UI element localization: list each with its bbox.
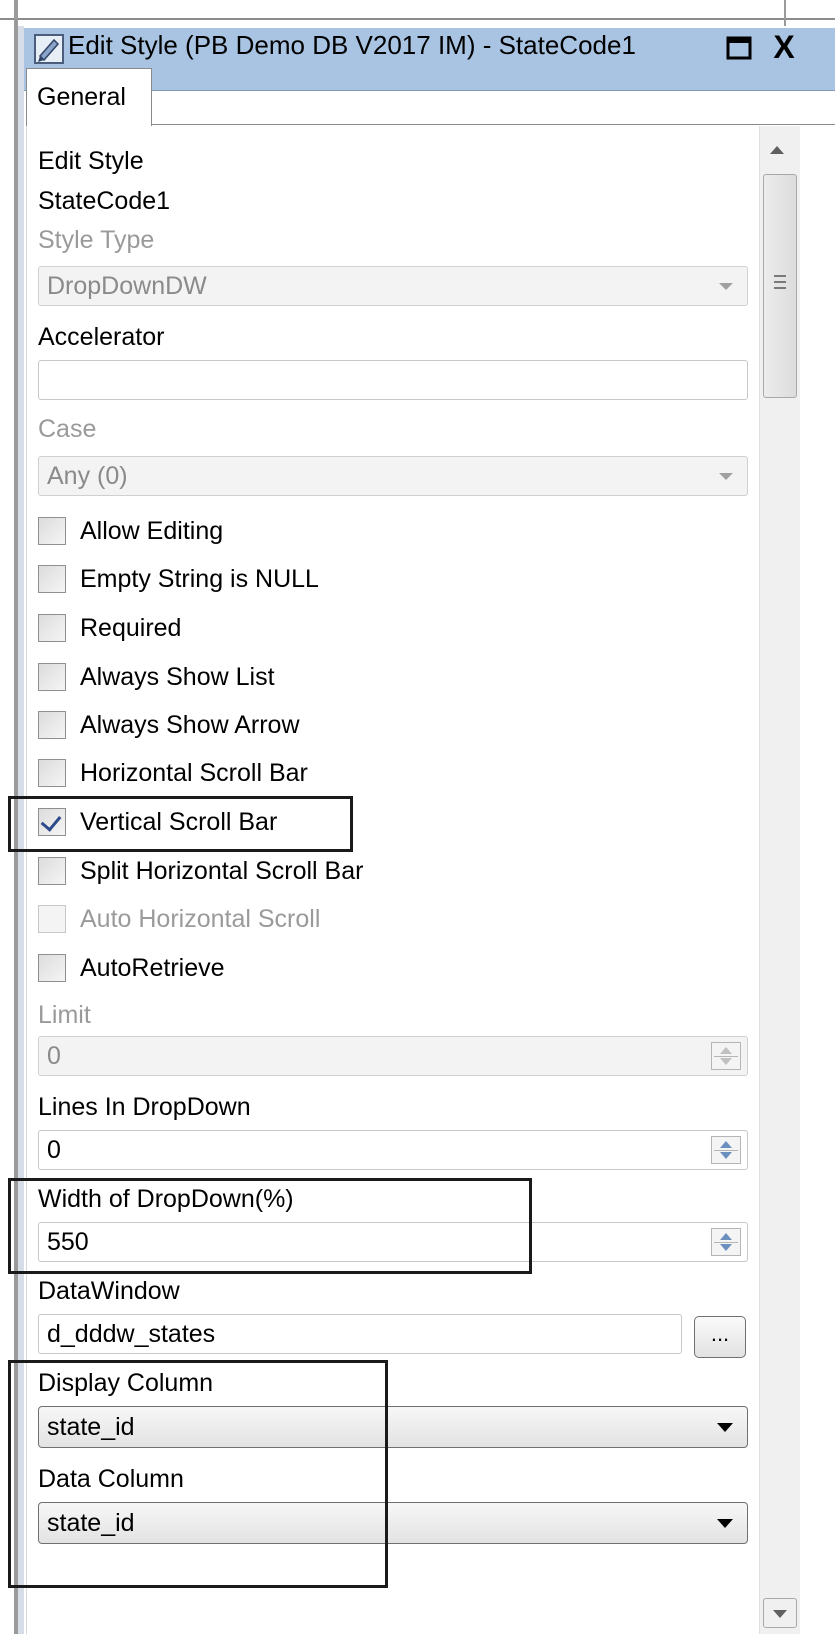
lines-in-dropdown-label: Lines In DropDown — [38, 1093, 251, 1121]
checkbox[interactable] — [38, 614, 66, 642]
checkbox-row[interactable]: Horizontal Scroll Bar — [38, 756, 738, 790]
browse-datawindow-button[interactable]: ... — [694, 1316, 746, 1358]
checkbox-label: Split Horizontal Scroll Bar — [80, 857, 364, 885]
window-frame-right — [784, 0, 786, 26]
window-title: Edit Style (PB Demo DB V2017 IM) - State… — [68, 30, 636, 60]
restore-icon — [726, 36, 752, 60]
column-name: StateCode1 — [38, 187, 171, 215]
close-button[interactable]: X — [764, 30, 804, 64]
highlight-box-vertical-scroll-bar — [8, 796, 353, 852]
checkbox-label: Required — [80, 614, 182, 642]
case-label: Case — [38, 415, 97, 443]
checkbox[interactable] — [38, 905, 66, 933]
checkbox-label: Always Show List — [80, 663, 275, 691]
width-of-dropdown-spinner[interactable] — [711, 1228, 741, 1256]
checkbox-label: Always Show Arrow — [80, 711, 300, 739]
highlight-box-columns — [8, 1360, 388, 1588]
scrollbar-thumb[interactable] — [763, 174, 797, 398]
highlight-box-width-of-dropdown — [8, 1178, 532, 1274]
checkbox-label: Auto Horizontal Scroll — [80, 905, 321, 933]
limit-label: Limit — [38, 1001, 91, 1029]
checkbox-row[interactable]: Auto Horizontal Scroll — [38, 902, 738, 936]
chevron-down-icon — [719, 473, 733, 480]
checkbox[interactable] — [38, 565, 66, 593]
chevron-down-icon — [717, 1423, 733, 1432]
accelerator-input[interactable] — [38, 360, 748, 400]
checkbox[interactable] — [38, 857, 66, 885]
checkbox-label: Empty String is NULL — [80, 565, 319, 593]
checkbox-row[interactable]: AutoRetrieve — [38, 951, 738, 985]
tab-general[interactable]: General — [26, 68, 152, 126]
checkbox-label: AutoRetrieve — [80, 954, 225, 982]
limit-input[interactable]: 0 — [38, 1036, 748, 1076]
scroll-up-icon[interactable] — [770, 146, 784, 154]
restore-button[interactable] — [722, 34, 758, 62]
scroll-down-icon — [773, 1610, 787, 1618]
window-top-edge — [0, 18, 835, 20]
accelerator-label: Accelerator — [38, 323, 165, 351]
limit-value: 0 — [47, 1042, 61, 1070]
datawindow-label: DataWindow — [38, 1277, 180, 1305]
checkbox-label: Allow Editing — [80, 517, 224, 545]
checkbox-row[interactable]: Split Horizontal Scroll Bar — [38, 854, 738, 888]
spin-down-icon — [720, 1244, 732, 1251]
spin-down-icon — [720, 1058, 732, 1065]
lines-in-dropdown-value: 0 — [47, 1136, 61, 1164]
tab-divider — [152, 124, 835, 125]
style-type-label: Style Type — [38, 226, 155, 254]
spin-down-icon — [720, 1152, 732, 1159]
checkbox[interactable] — [38, 711, 66, 739]
style-type-value: DropDownDW — [47, 272, 207, 300]
edit-style-icon — [34, 34, 64, 64]
checkbox-row[interactable]: Always Show List — [38, 660, 738, 694]
checkbox[interactable] — [38, 663, 66, 691]
checkbox[interactable] — [38, 517, 66, 545]
case-value: Any (0) — [47, 462, 128, 490]
scroll-down-button[interactable] — [763, 1598, 797, 1628]
checkbox[interactable] — [38, 954, 66, 982]
datawindow-input[interactable]: d_dddw_states — [38, 1314, 682, 1354]
panel-heading: Edit Style — [38, 147, 144, 175]
style-type-select[interactable]: DropDownDW — [38, 266, 748, 306]
spin-up-icon — [720, 1233, 732, 1240]
lines-in-dropdown-spinner[interactable] — [711, 1136, 741, 1164]
checkbox-row[interactable]: Empty String is NULL — [38, 562, 738, 596]
limit-spinner[interactable] — [711, 1042, 741, 1070]
chevron-down-icon — [719, 283, 733, 290]
spin-up-icon — [720, 1141, 732, 1148]
chevron-down-icon — [717, 1519, 733, 1528]
spin-up-icon — [720, 1047, 732, 1054]
checkbox-label: Horizontal Scroll Bar — [80, 759, 308, 787]
case-select[interactable]: Any (0) — [38, 456, 748, 496]
checkbox-row[interactable]: Allow Editing — [38, 514, 738, 548]
checkbox-row[interactable]: Required — [38, 611, 738, 645]
lines-in-dropdown-input[interactable]: 0 — [38, 1130, 748, 1170]
checkbox[interactable] — [38, 759, 66, 787]
checkbox-row[interactable]: Always Show Arrow — [38, 708, 738, 742]
